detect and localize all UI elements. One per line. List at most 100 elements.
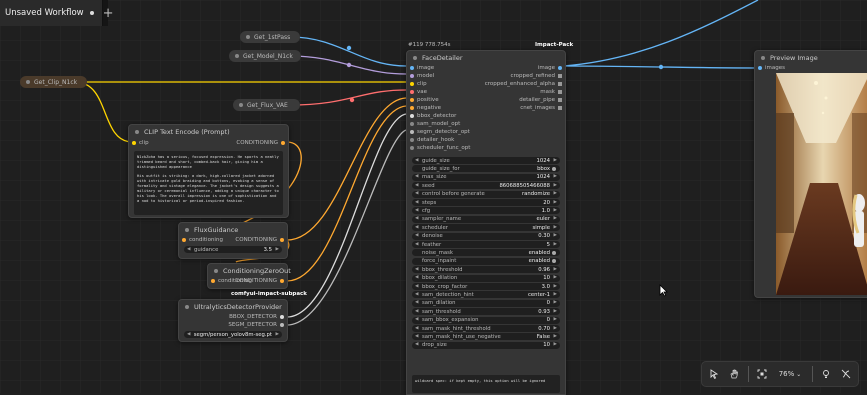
node-collapse-dot-icon[interactable]	[761, 55, 765, 60]
increment-arrow-icon[interactable]: ▶	[554, 191, 557, 196]
decrement-arrow-icon[interactable]: ◀	[187, 247, 190, 252]
widget-sam-bbox-expansion[interactable]: ◀ sam_bbox_expansion 0 ▶	[412, 316, 560, 324]
widget-value[interactable]: randomize	[522, 191, 550, 197]
decrement-arrow-icon[interactable]: ◀	[415, 174, 418, 179]
widget-value[interactable]: 0.70	[538, 326, 550, 332]
input-slot[interactable]	[410, 114, 414, 118]
increment-arrow-icon[interactable]: ▶	[276, 332, 279, 337]
toggle-links-button[interactable]	[838, 365, 854, 383]
decrement-arrow-icon[interactable]: ◀	[187, 332, 190, 337]
increment-arrow-icon[interactable]: ▶	[554, 334, 557, 339]
widget-value[interactable]: 5	[547, 242, 550, 248]
guidance-widget[interactable]: ◀ guidance 3.5 ▶	[184, 246, 282, 253]
input-slot[interactable]	[410, 106, 414, 110]
output-slot[interactable]	[558, 98, 562, 102]
widget-sam-mask-hint-threshold[interactable]: ◀ sam_mask_hint_threshold 0.70 ▶	[412, 325, 560, 332]
decrement-arrow-icon[interactable]: ◀	[415, 242, 418, 247]
decrement-arrow-icon[interactable]: ◀	[415, 216, 418, 221]
node-header[interactable]: CLIP Text Encode (Prompt)	[129, 125, 288, 138]
decrement-arrow-icon[interactable]: ◀	[415, 225, 418, 230]
increment-arrow-icon[interactable]: ▶	[554, 292, 557, 297]
conditioning-input-slot[interactable]	[182, 238, 186, 242]
widget-value[interactable]: False	[537, 334, 550, 340]
decrement-arrow-icon[interactable]: ◀	[415, 191, 418, 196]
decrement-arrow-icon[interactable]: ◀	[415, 284, 418, 289]
widget-sam-threshold[interactable]: ◀ sam_threshold 0.93 ▶	[412, 308, 560, 316]
conditioning-output-slot[interactable]	[281, 141, 285, 145]
widget-noise-mask[interactable]: noise_mask enabled	[412, 249, 560, 257]
preview-image-node[interactable]: Preview Image images	[754, 50, 867, 298]
widget-feather[interactable]: ◀ feather 5 ▶	[412, 241, 560, 248]
decrement-arrow-icon[interactable]: ◀	[415, 208, 418, 213]
widget-value[interactable]: 10	[543, 275, 550, 281]
ultralytics-detector-node[interactable]: UltralyticsDetectorProvider BBOX_DETECTO…	[178, 299, 288, 342]
decrement-arrow-icon[interactable]: ◀	[415, 200, 418, 205]
toggle-icon[interactable]	[552, 166, 556, 171]
increment-arrow-icon[interactable]: ▶	[554, 233, 557, 238]
decrement-arrow-icon[interactable]: ◀	[415, 183, 418, 188]
widget-bbox-threshold[interactable]: ◀ bbox_threshold 0.96 ▶	[412, 266, 560, 274]
widget-value[interactable]: 0.30	[538, 233, 550, 239]
pan-tool-button[interactable]	[726, 365, 742, 383]
widget-value[interactable]: euler	[536, 216, 550, 222]
widget-value[interactable]: 0	[547, 317, 550, 323]
node-collapse-dot-icon[interactable]	[246, 35, 250, 39]
zoom-dropdown[interactable]: 76% ⌄	[774, 365, 806, 383]
node-header[interactable]: UltralyticsDetectorProvider	[179, 300, 287, 313]
widget-max-size[interactable]: ◀ max_size 1024 ▶	[412, 173, 560, 181]
output-slot[interactable]	[558, 66, 562, 70]
increment-arrow-icon[interactable]: ▶	[554, 275, 557, 280]
widget-bbox-dilation[interactable]: ◀ bbox_dilation 10 ▶	[412, 274, 560, 282]
preview-image[interactable]	[776, 73, 867, 295]
add-tab-button[interactable]: +	[103, 0, 114, 26]
increment-arrow-icon[interactable]: ▶	[554, 300, 557, 305]
output-slot[interactable]	[558, 106, 562, 110]
clip-input-slot[interactable]	[132, 141, 136, 145]
decrement-arrow-icon[interactable]: ◀	[415, 300, 418, 305]
decrement-arrow-icon[interactable]: ◀	[415, 342, 418, 347]
decrement-arrow-icon[interactable]: ◀	[415, 267, 418, 272]
widget-value[interactable]: 3.5	[264, 247, 272, 253]
widget-value[interactable]: 20	[543, 200, 550, 206]
decrement-arrow-icon[interactable]: ◀	[415, 334, 418, 339]
select-tool-button[interactable]	[706, 365, 722, 383]
conditioning-input-slot[interactable]	[211, 279, 215, 283]
input-slot[interactable]	[410, 122, 414, 126]
flux-guidance-node[interactable]: FluxGuidance conditioning CONDITIONING ◀…	[178, 222, 288, 259]
increment-arrow-icon[interactable]: ▶	[276, 247, 279, 252]
increment-arrow-icon[interactable]: ▶	[554, 200, 557, 205]
conditioning-output-slot[interactable]	[280, 238, 284, 242]
decrement-arrow-icon[interactable]: ◀	[415, 158, 418, 163]
widget-drop-size[interactable]: ◀ drop_size 10 ▶	[412, 341, 560, 349]
increment-arrow-icon[interactable]: ▶	[554, 174, 557, 179]
widget-value[interactable]: 10	[543, 342, 550, 348]
increment-arrow-icon[interactable]: ▶	[554, 317, 557, 322]
node-collapse-dot-icon[interactable]	[135, 129, 139, 134]
widget-value[interactable]: 0.93	[538, 309, 550, 315]
widget-value[interactable]: 860688505466088	[499, 183, 550, 189]
widget-seed[interactable]: ◀ seed 860688505466088 ▶	[412, 182, 560, 190]
widget-sam-mask-hint-use-negative[interactable]: ◀ sam_mask_hint_use_negative False ▶	[412, 333, 560, 341]
increment-arrow-icon[interactable]: ▶	[554, 267, 557, 272]
widget-value[interactable]: enabled	[529, 258, 550, 264]
widget-value[interactable]: bbox	[537, 166, 550, 172]
node-collapse-dot-icon[interactable]	[413, 55, 417, 60]
get-clip-node[interactable]: Get_Clip_N1ck	[20, 76, 87, 88]
widget-guide-size-for[interactable]: guide_size_for bbox	[412, 165, 560, 173]
toggle-minimap-button[interactable]	[818, 365, 834, 383]
input-slot[interactable]	[410, 146, 414, 150]
widget-value[interactable]: 1024	[537, 174, 550, 180]
widget-value[interactable]: 1024	[537, 158, 550, 164]
widget-scheduler[interactable]: ◀ scheduler simple ▶	[412, 224, 560, 232]
increment-arrow-icon[interactable]: ▶	[554, 284, 557, 289]
widget-force-inpaint[interactable]: force_inpaint enabled	[412, 257, 560, 265]
workflow-tab[interactable]: Unsaved Workflow	[0, 0, 103, 26]
node-collapse-dot-icon[interactable]	[214, 268, 218, 273]
increment-arrow-icon[interactable]: ▶	[554, 342, 557, 347]
node-header[interactable]: ConditioningZeroOut	[208, 264, 291, 277]
widget-value[interactable]: 0.96	[538, 267, 550, 273]
decrement-arrow-icon[interactable]: ◀	[415, 233, 418, 238]
bbox-detector-output-slot[interactable]	[280, 315, 284, 319]
decrement-arrow-icon[interactable]: ◀	[415, 292, 418, 297]
get-model-node[interactable]: Get_Model_N1ck	[229, 50, 301, 62]
